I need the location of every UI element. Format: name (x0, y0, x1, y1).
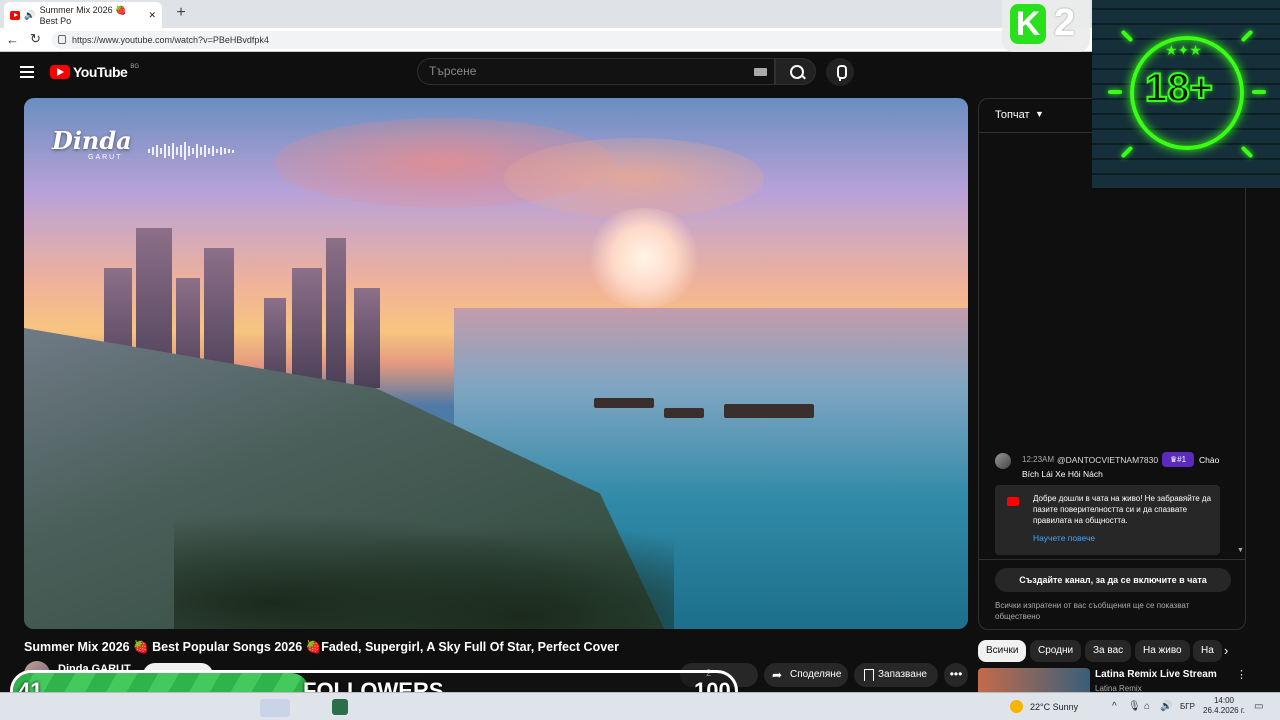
taskbar-date: 26.4.2026 г. (1203, 706, 1245, 715)
chip-live[interactable]: На живо (1135, 640, 1190, 662)
share-button[interactable]: Споделяне (764, 663, 848, 687)
chat-mode-dropdown[interactable]: Топчат (995, 109, 1030, 121)
waveform-bar (216, 149, 218, 153)
audio-waveform-icon (148, 142, 252, 160)
chat-welcome-notice: Добре дошли в чата на живо! Не забравяйт… (995, 485, 1220, 555)
neon-crown-icon: ★✦★ (1165, 42, 1202, 58)
chevron-down-icon[interactable]: ▼ (1035, 109, 1044, 119)
k2-logo-letter: K (1010, 4, 1046, 44)
recommendation-title[interactable]: Latina Remix Live Stream (1095, 669, 1217, 680)
scroll-down-icon[interactable]: ▼ (1237, 547, 1244, 554)
hamburger-menu-icon[interactable] (20, 66, 34, 78)
waveform-bar (200, 147, 202, 155)
neon-ray (1108, 90, 1122, 94)
chat-message-avatar[interactable] (995, 453, 1011, 469)
neon-ray (1252, 90, 1266, 94)
waveform-bar (172, 143, 174, 159)
video-frame-palms (174, 498, 674, 629)
waveform-bar (180, 145, 182, 157)
waveform-bar (220, 147, 222, 155)
video-frame-sun (584, 208, 704, 308)
channel-watermark: Dinda (52, 126, 132, 155)
video-player[interactable]: Dinda GARUT (24, 98, 968, 629)
waveform-bar (232, 149, 234, 153)
waveform-bar (156, 145, 158, 157)
chat-message-text: Chào (1199, 455, 1220, 465)
waveform-bar (188, 146, 190, 156)
region-code: BG (130, 64, 139, 70)
search-button[interactable] (775, 58, 816, 85)
waveform-bar (224, 148, 226, 154)
keyboard-icon[interactable] (754, 68, 767, 76)
chat-message-text-cont: Bích Lái Xe Hôi Nách (1022, 469, 1103, 479)
back-arrow-icon[interactable]: ← (6, 32, 19, 47)
chip-partial[interactable]: На (1193, 640, 1222, 662)
more-actions-button[interactable]: ••• (944, 663, 968, 687)
waveform-bar (184, 142, 186, 160)
neon-age-text: 18+ (1144, 65, 1214, 111)
youtube-play-icon (50, 65, 70, 79)
chat-footer-note: Всички изпратени от вас съобщения ще се … (995, 601, 1190, 621)
chat-message-author[interactable]: @DANTOCVIETNAM7830 (1057, 455, 1158, 465)
recommendation-thumbnail[interactable] (978, 668, 1090, 692)
sun-weather-icon[interactable] (1010, 700, 1023, 713)
notice-text: Добре дошли в чата на живо! Не забравяйт… (1033, 494, 1212, 525)
waveform-bar (152, 147, 154, 155)
chat-message-time: 12:23AM (1022, 455, 1055, 464)
reload-icon[interactable]: ↻ (30, 31, 41, 47)
chip-related[interactable]: Сродни (1030, 640, 1082, 662)
close-tab-icon[interactable]: ✕ (148, 10, 156, 21)
waveform-bar (208, 148, 210, 154)
chevron-right-icon[interactable]: › (1224, 643, 1228, 658)
taskbar-clock[interactable]: 14:00 26.4.2026 г. (1202, 696, 1246, 716)
microphone-icon[interactable]: 🎙 (1128, 701, 1141, 712)
waveform-bar (176, 147, 178, 155)
chevron-up-icon[interactable]: ^ (1112, 701, 1117, 712)
chat-footer: Създайте канал, за да се включите в чата… (979, 559, 1245, 629)
chip-for-you[interactable]: За вас (1085, 640, 1132, 662)
site-info-icon[interactable] (58, 35, 66, 44)
video-frame-boats (584, 378, 824, 438)
voice-search-button[interactable] (826, 58, 854, 86)
waveform-bar (148, 149, 150, 153)
waveform-bar (196, 144, 198, 158)
new-tab-button[interactable]: + (172, 4, 190, 22)
taskbar-app-icon[interactable] (260, 699, 290, 717)
waveform-bar (192, 148, 194, 154)
youtube-wordmark: YouTube (73, 64, 128, 80)
chip-all[interactable]: Всички (978, 640, 1027, 662)
video-title: Summer Mix 2026 🍓 Best Popular Songs 202… (24, 640, 619, 654)
youtube-logo[interactable]: YouTube BG (50, 64, 139, 80)
network-icon[interactable]: ⌂ (1144, 701, 1150, 712)
browser-tab[interactable]: 🔊 Summer Mix 2026 🍓 Best Po ✕ (4, 2, 162, 28)
input-language[interactable]: БГР (1180, 702, 1195, 711)
url-field[interactable]: https://www.youtube.com/watch?v=PBeHBvdf… (52, 31, 1072, 49)
youtube-notice-icon (1007, 497, 1019, 506)
create-channel-button[interactable]: Създайте канал, за да се включите в чата (995, 568, 1231, 592)
taskbar-app-icon[interactable] (332, 699, 348, 715)
volume-icon[interactable]: 🔊 (1160, 701, 1172, 712)
os-taskbar (0, 692, 1280, 720)
channel-watermark-sub: GARUT (88, 154, 123, 161)
taskbar-time: 14:00 (1213, 696, 1235, 705)
chat-member-badge: ♛#1 (1162, 452, 1194, 467)
notification-icon[interactable]: ▭ (1254, 701, 1263, 712)
speaker-icon[interactable]: 🔊 (24, 10, 35, 21)
video-frame-cloud (504, 138, 764, 218)
save-button[interactable]: Запазване (854, 663, 938, 687)
more-vert-icon[interactable]: ⋮ (1236, 668, 1247, 681)
waveform-bar (228, 149, 230, 153)
tab-title: Summer Mix 2026 🍓 Best Po (39, 4, 127, 26)
youtube-favicon-icon (10, 10, 21, 20)
learn-more-link[interactable]: Научете повече (1033, 533, 1095, 543)
waveform-bar (164, 144, 166, 158)
search-input[interactable]: Търсене (417, 58, 775, 85)
waveform-bar (160, 148, 162, 154)
waveform-bar (204, 145, 206, 157)
k2-logo-number: 2 (1054, 2, 1076, 44)
taskbar-weather[interactable]: 22°C Sunny (1030, 702, 1078, 712)
waveform-bar (212, 146, 214, 156)
waveform-bar (168, 146, 170, 156)
